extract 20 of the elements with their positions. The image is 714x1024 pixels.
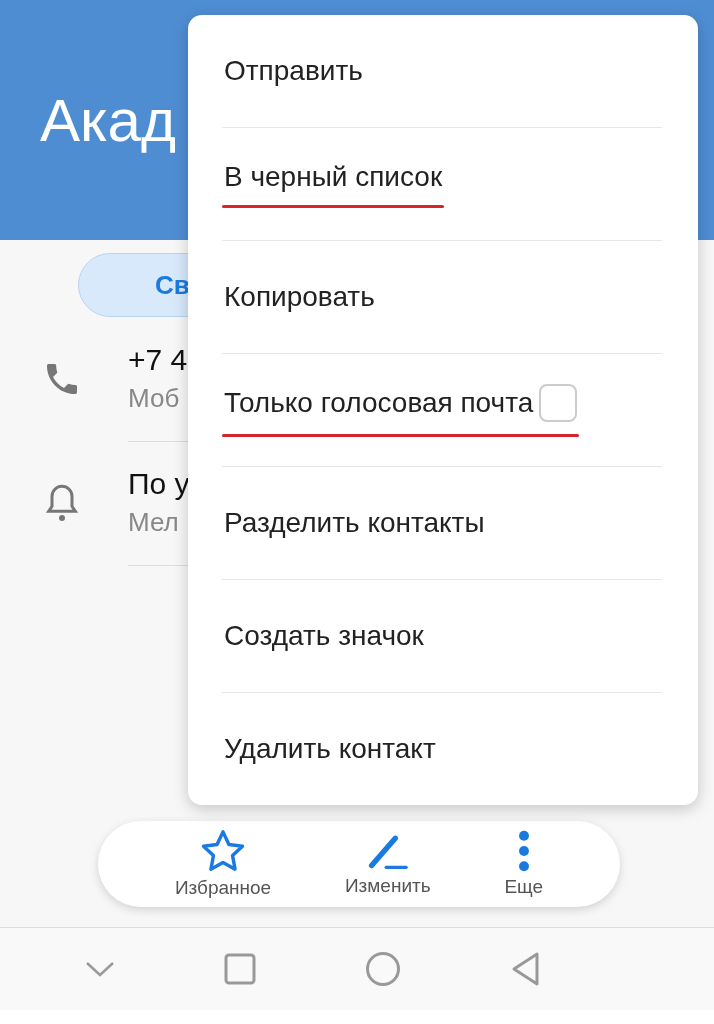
menu-item[interactable]: Только голосовая почта [224,386,534,419]
action-bar-item[interactable]: Еще [504,830,544,898]
detail-label: Моб [128,383,180,414]
contact-name: Акад [40,85,176,155]
detail-label: Мел [128,507,179,538]
menu-item[interactable]: Разделить контакты [224,507,485,539]
recents-icon[interactable] [223,953,256,985]
home-icon[interactable] [364,951,401,987]
menu-item[interactable]: Удалить контакт [224,733,436,765]
action-bar-item[interactable]: Избранное [174,829,272,899]
menu-item[interactable]: Создать значок [224,620,424,652]
action-bar-item[interactable]: Изменить [344,831,431,897]
menu-item[interactable]: В черный список [224,160,443,193]
detail-value: По у [128,467,190,501]
more-icon [517,830,530,872]
menu-item[interactable]: Отправить [224,55,363,87]
detail-value: +7 4 [128,343,188,377]
star-icon [200,829,246,873]
chevron-down-icon[interactable] [84,960,115,978]
checkbox[interactable] [539,383,578,422]
